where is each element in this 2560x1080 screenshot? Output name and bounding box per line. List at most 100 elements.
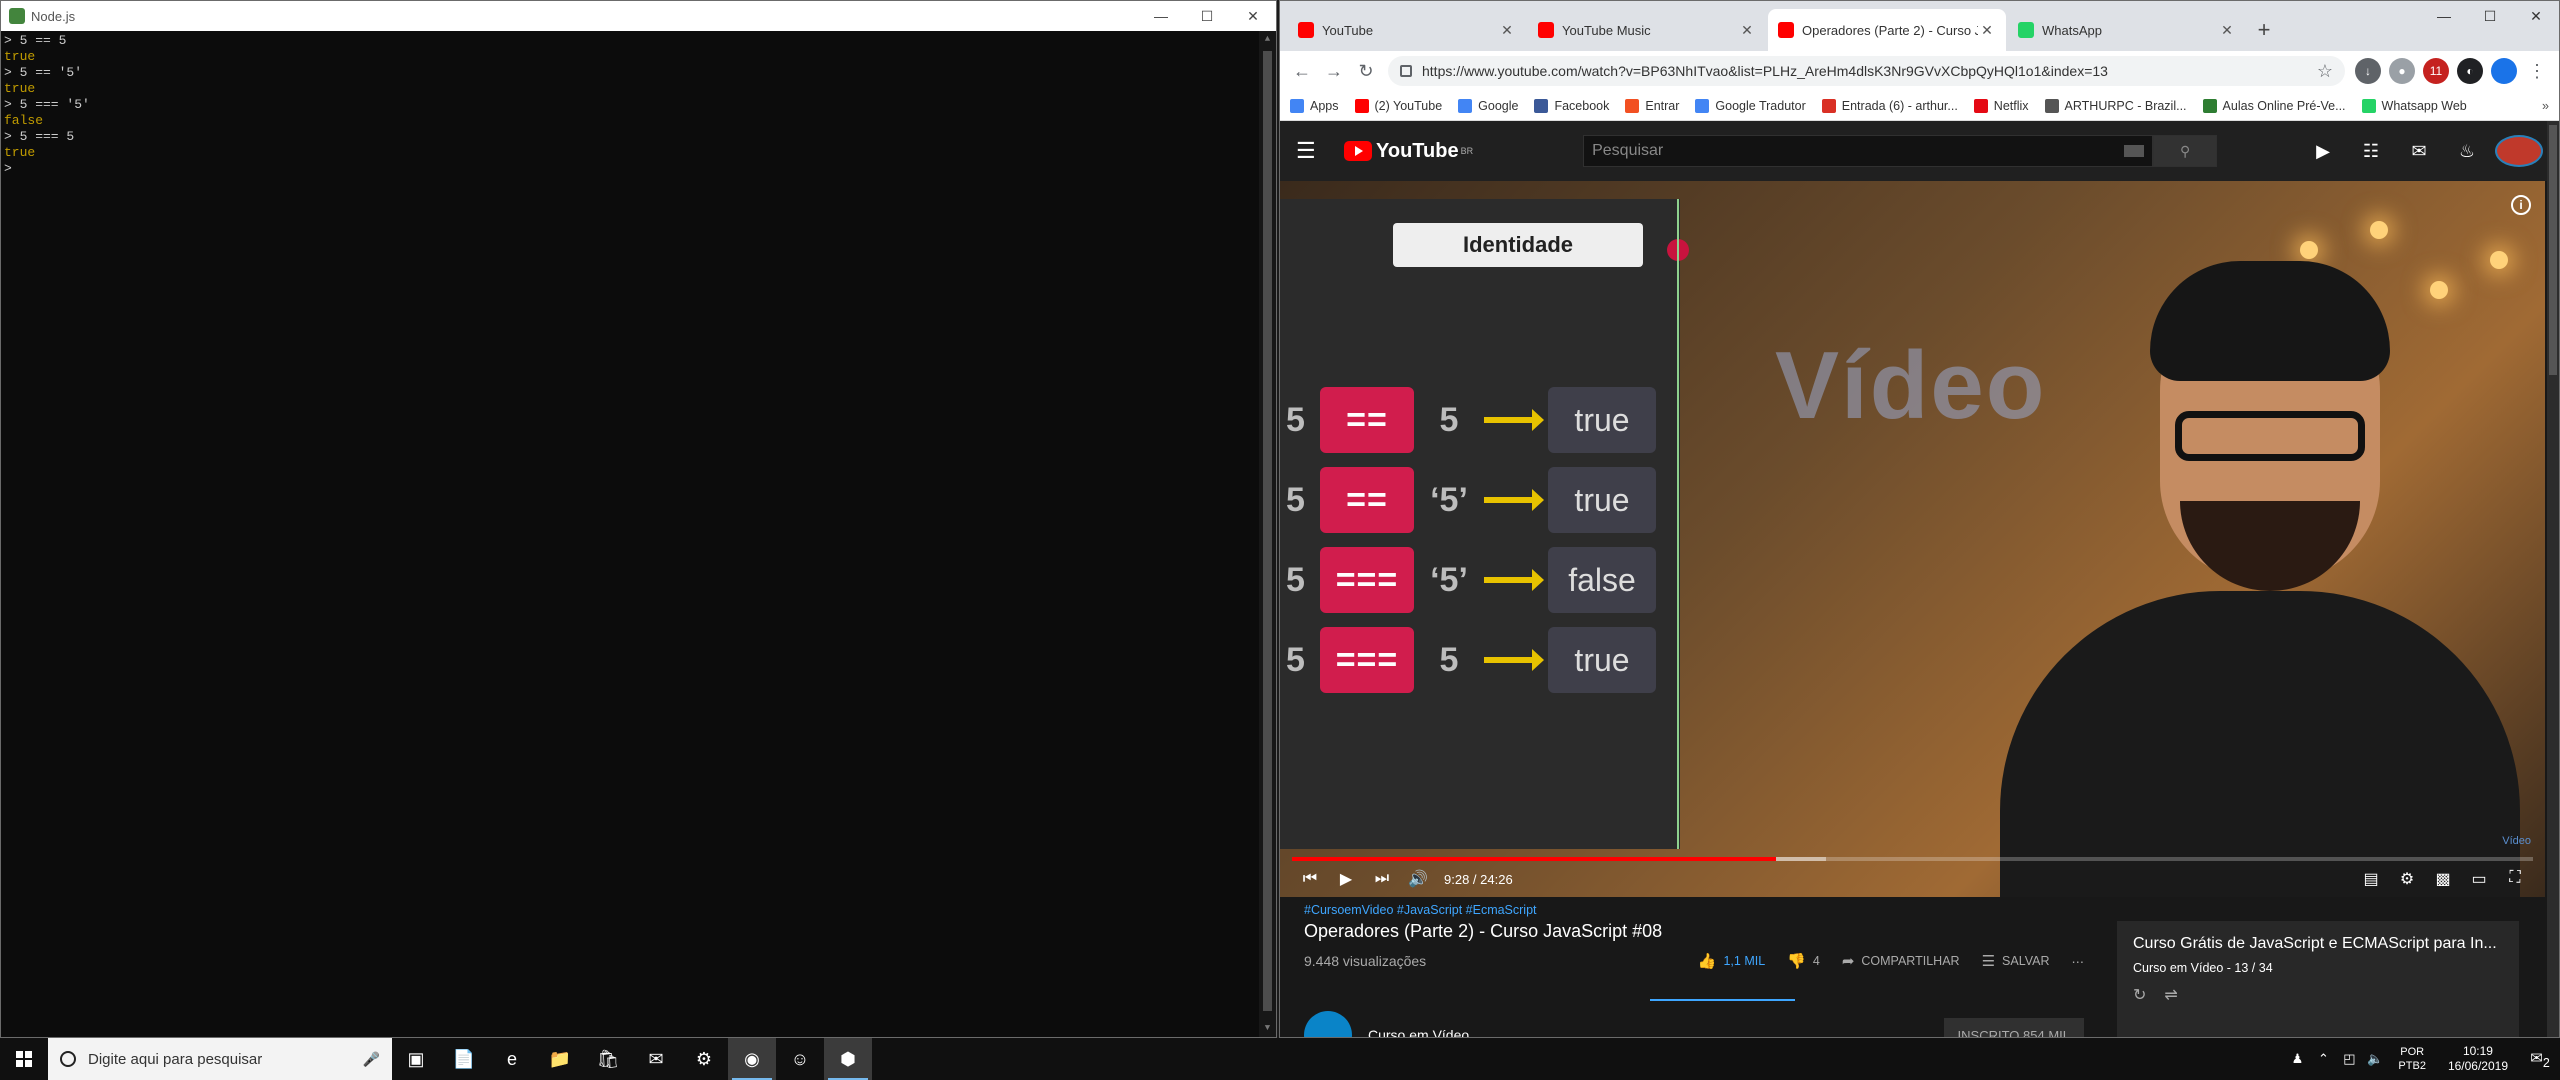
bookmark-arthurpc[interactable]: ARTHURPC - Brazil... (2044, 98, 2187, 113)
previous-icon[interactable]: ⏮ (1292, 870, 1328, 888)
play-icon[interactable]: ▶ (1328, 869, 1364, 889)
chrome-window[interactable]: YouTube ✕ YouTube Music ✕ Operadores (Pa… (1279, 0, 2560, 1038)
tab-close-icon[interactable]: ✕ (1498, 22, 1516, 39)
mail-icon[interactable]: ✉ (632, 1038, 680, 1080)
channel-watermark[interactable]: Vídeo (2502, 835, 2531, 847)
speaker-icon[interactable]: 🔈 (2362, 1051, 2388, 1067)
next-icon[interactable]: ⏭ (1364, 870, 1400, 888)
file-app-icon[interactable]: 📄 (440, 1038, 488, 1080)
bookmark-whatsapp-web[interactable]: Whatsapp Web (2361, 98, 2467, 113)
bookmark-gmail[interactable]: Entrada (6) - arthur... (1821, 98, 1958, 113)
minimize-button[interactable]: — (1138, 1, 1184, 31)
video-player[interactable]: Vídeo Identidade 5 == 5 true 5 == ‘5’ tr… (1280, 181, 2545, 897)
bookmark-google[interactable]: Google (1458, 98, 1518, 113)
miniplayer-icon[interactable]: ▩ (2425, 869, 2461, 889)
chrome-maximize-button[interactable]: ☐ (2467, 1, 2513, 31)
people-icon[interactable]: ♟ (2284, 1051, 2310, 1067)
nodejs-console-window[interactable]: Node.js — ☐ ✕ > 5 == 5 true > 5 == '5' t… (0, 0, 1277, 1038)
youtube-logo[interactable]: YouTube BR (1344, 140, 1473, 163)
show-hidden-icons-icon[interactable]: ⌃ (2310, 1051, 2336, 1067)
channel-name[interactable]: Curso em Vídeo (1368, 1027, 1469, 1037)
tab-whatsapp[interactable]: WhatsApp ✕ (2008, 9, 2246, 51)
shuffle-icon[interactable]: ⇌ (2164, 985, 2177, 1005)
like-button[interactable]: 👍 1,1 MIL (1698, 952, 1765, 970)
info-icon[interactable]: i (2511, 195, 2531, 215)
bookmark-facebook[interactable]: Facebook (1534, 98, 1609, 113)
url-text[interactable]: https://www.youtube.com/watch?v=BP63NhIT… (1422, 63, 2317, 79)
settings-gear-icon[interactable]: ⚙ (2389, 869, 2425, 889)
dark-reader-extension-icon[interactable]: ◐ (2457, 58, 2483, 84)
chrome-menu-icon[interactable]: ⋮ (2521, 55, 2553, 87)
network-icon[interactable]: ◰ (2336, 1051, 2362, 1067)
bookmark-entrar[interactable]: Entrar (1625, 98, 1679, 113)
save-button[interactable]: ☰ SALVAR (1982, 952, 2050, 970)
nodejs-taskbar-icon[interactable]: ⬢ (824, 1038, 872, 1080)
page-scroll-thumb[interactable] (2549, 125, 2557, 375)
bookmarks-overflow-button[interactable]: » (2542, 99, 2549, 113)
tab-close-icon[interactable]: ✕ (1978, 22, 1996, 39)
scroll-up-icon[interactable]: ▲ (1259, 31, 1276, 48)
avatar[interactable] (2495, 135, 2543, 167)
scroll-down-icon[interactable]: ▼ (1259, 1020, 1276, 1037)
keyboard-icon[interactable] (2124, 145, 2145, 157)
task-view-icon[interactable]: ▣ (392, 1038, 440, 1080)
bookmark-star-icon[interactable]: ☆ (2317, 61, 2333, 82)
console-scrollbar[interactable]: ▲ ▼ (1259, 31, 1276, 1037)
share-button[interactable]: ➦ COMPARTILHAR (1842, 952, 1960, 970)
download-extension-icon[interactable]: ↓ (2355, 58, 2381, 84)
edge-browser-icon[interactable]: e (488, 1038, 536, 1080)
chrome-close-button[interactable]: ✕ (2513, 1, 2559, 31)
bookmark-netflix[interactable]: Netflix (1973, 98, 2029, 113)
tab-youtube-music[interactable]: YouTube Music ✕ (1528, 9, 1766, 51)
extension-icon[interactable]: ● (2389, 58, 2415, 84)
messages-icon[interactable]: ✉ (2395, 141, 2443, 162)
back-arrow-icon[interactable]: ← (1286, 55, 1318, 87)
start-button[interactable] (0, 1038, 48, 1080)
close-button[interactable]: ✕ (1230, 1, 1276, 31)
store-icon[interactable]: 🛍 (584, 1038, 632, 1080)
forward-arrow-icon[interactable]: → (1318, 55, 1350, 87)
hamburger-menu-icon[interactable]: ☰ (1296, 138, 1336, 164)
hashtags[interactable]: #CursoemVideo #JavaScript #EcmaScript (1304, 903, 2084, 917)
input-language[interactable]: POR PTB2 (2398, 1045, 2426, 1073)
tab-youtube[interactable]: YouTube ✕ (1288, 9, 1526, 51)
chrome-minimize-button[interactable]: — (2421, 1, 2467, 31)
console-scroll-thumb[interactable] (1263, 51, 1272, 1011)
console-prompt[interactable]: > (4, 161, 1273, 177)
create-video-icon[interactable]: ▶ (2299, 141, 2347, 162)
new-tab-button[interactable]: + (2248, 9, 2280, 51)
chrome-taskbar-icon[interactable]: ◉ (728, 1038, 776, 1080)
loop-icon[interactable]: ↻ (2133, 985, 2146, 1005)
theater-mode-icon[interactable]: ▭ (2461, 869, 2497, 889)
microphone-icon[interactable]: 🎤 (363, 1051, 380, 1068)
settings-app-icon[interactable]: ⚙ (680, 1038, 728, 1080)
subscribe-button[interactable]: INSCRITO 854 MIL (1943, 1017, 2084, 1037)
apps-grid-icon[interactable]: ☷ (2347, 141, 2395, 162)
more-actions-icon[interactable]: ⋯ (2072, 954, 2085, 969)
playlist-title[interactable]: Curso Grátis de JavaScript e ECMAScript … (2133, 935, 2503, 953)
bookmark-youtube[interactable]: (2) YouTube (1354, 98, 1442, 113)
reload-icon[interactable]: ↻ (1350, 55, 1382, 87)
profile-avatar[interactable] (2491, 58, 2517, 84)
notification-extension-icon[interactable]: 11 (2423, 58, 2449, 84)
taskbar-search-input[interactable]: Digite aqui para pesquisar 🎤 (48, 1038, 392, 1080)
volume-icon[interactable]: 🔊 (1400, 869, 1436, 889)
page-scrollbar[interactable] (2547, 121, 2559, 1037)
fullscreen-icon[interactable]: ⛶ (2497, 869, 2533, 889)
address-bar[interactable]: https://www.youtube.com/watch?v=BP63NhIT… (1388, 56, 2345, 86)
tab-close-icon[interactable]: ✕ (2218, 22, 2236, 39)
bookmark-aulas-online[interactable]: Aulas Online Pré-Ve... (2202, 98, 2346, 113)
file-explorer-icon[interactable]: 📁 (536, 1038, 584, 1080)
search-icon[interactable]: ⚲ (2153, 135, 2218, 167)
bookmark-google-tradutor[interactable]: Google Tradutor (1695, 98, 1806, 113)
maximize-button[interactable]: ☐ (1184, 1, 1230, 31)
tab-operadores-video[interactable]: Operadores (Parte 2) - Curso Jav ✕ (1768, 9, 2006, 51)
bookmark-apps[interactable]: Apps (1290, 98, 1339, 113)
notifications-bell-icon[interactable]: ♨ (2443, 141, 2491, 162)
subtitles-icon[interactable]: ▤ (2353, 869, 2389, 889)
console-output[interactable]: > 5 == 5 true > 5 == '5' true > 5 === '5… (1, 31, 1276, 1037)
discord-icon[interactable]: ☺ (776, 1038, 824, 1080)
dislike-button[interactable]: 👎 4 (1787, 952, 1820, 970)
clock[interactable]: 10:19 16/06/2019 (2448, 1044, 2508, 1074)
youtube-search-input[interactable]: Pesquisar (1583, 135, 2154, 167)
